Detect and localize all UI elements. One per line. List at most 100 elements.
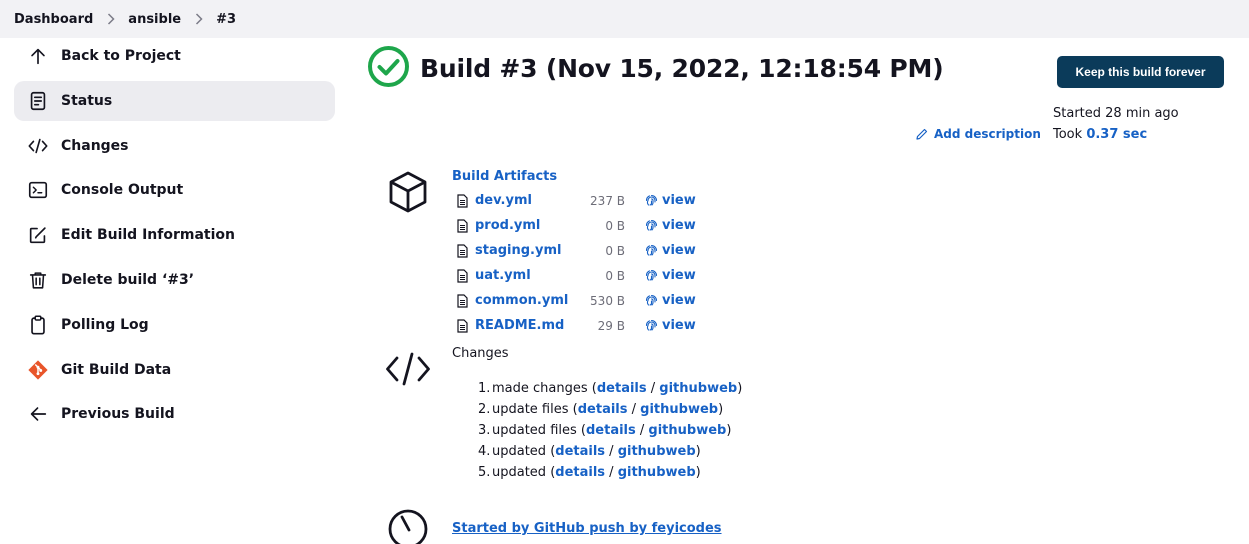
sidebar-item-label: Previous Build: [61, 406, 175, 423]
breadcrumb-ansible[interactable]: ansible: [128, 12, 181, 27]
file-icon: [457, 193, 471, 208]
change-item: 4. updated (details / githubweb): [478, 444, 701, 459]
sidebar-item-previous-build[interactable]: Previous Build: [14, 394, 335, 434]
clipboard-icon: [26, 313, 50, 337]
sidebar-item-label: Status: [61, 92, 113, 109]
fingerprint-icon: [645, 244, 659, 257]
artifact-row: uat.yml 0 B view: [452, 263, 696, 288]
sidebar-item-console-output[interactable]: Console Output: [14, 170, 335, 210]
sidebar-item-delete-build[interactable]: Delete build ‘#3’: [14, 260, 335, 300]
artifact-size: 0 B: [605, 268, 625, 283]
sidebar-item-label: Changes: [61, 137, 129, 154]
artifact-size: 0 B: [605, 218, 625, 233]
sidebar-item-changes[interactable]: Changes: [14, 126, 335, 166]
change-message: update files: [492, 402, 569, 417]
artifact-row: prod.yml 0 B view: [452, 213, 696, 238]
change-details-link[interactable]: details: [555, 444, 605, 459]
artifact-row: README.md 29 B view: [452, 313, 696, 338]
edit-icon: [26, 223, 50, 247]
change-githubweb-link[interactable]: githubweb: [618, 444, 696, 459]
change-message: updated: [492, 465, 547, 480]
pencil-icon: [916, 128, 928, 140]
artifact-view-link[interactable]: view: [662, 268, 696, 283]
change-message: made changes: [492, 381, 588, 396]
artifact-size: 530 B: [590, 293, 625, 308]
artifact-size: 237 B: [590, 193, 625, 208]
changes-section: Changes 1. made changes (details / github…: [452, 346, 742, 483]
keep-build-forever-button[interactable]: Keep this build forever: [1057, 56, 1224, 88]
change-details-link[interactable]: details: [578, 402, 628, 417]
breadcrumb-dashboard[interactable]: Dashboard: [14, 12, 93, 27]
duration-link[interactable]: 0.37 sec: [1086, 127, 1147, 142]
artifact-file-link[interactable]: dev.yml: [475, 193, 579, 208]
code-icon: [385, 351, 431, 391]
sidebar-item-edit-build-information[interactable]: Edit Build Information: [14, 215, 335, 255]
fingerprint-icon: [645, 194, 659, 207]
file-icon: [457, 243, 471, 258]
sidebar-item-label: Edit Build Information: [61, 227, 235, 244]
build-artifacts: Build Artifacts dev.yml 237 Bview prod.yml…: [452, 169, 696, 338]
sidebar: Back to Project Status Changes Console O…: [14, 36, 335, 439]
fingerprint-icon: [645, 219, 659, 232]
change-details-link[interactable]: details: [597, 381, 647, 396]
artifact-file-link[interactable]: README.md: [475, 318, 579, 333]
build-cause-link[interactable]: Started by GitHub push by feyicodes: [452, 521, 722, 536]
sidebar-item-label: Back to Project: [61, 48, 181, 64]
artifact-file-link[interactable]: uat.yml: [475, 268, 579, 283]
artifact-row: staging.yml 0 B view: [452, 238, 696, 263]
change-number: 4.: [478, 444, 491, 459]
change-item: 2. update files (details / githubweb): [478, 402, 724, 417]
artifact-file-link[interactable]: common.yml: [475, 293, 579, 308]
change-number: 1.: [478, 381, 491, 396]
change-githubweb-link[interactable]: githubweb: [659, 381, 737, 396]
arrow-left-icon: [26, 402, 50, 426]
breadcrumb-build-3[interactable]: #3: [216, 12, 236, 27]
code-icon: [26, 134, 50, 158]
file-icon: [457, 218, 471, 233]
artifact-view-link[interactable]: view: [662, 193, 696, 208]
artifact-view-link[interactable]: view: [662, 218, 696, 233]
sidebar-item-polling-log[interactable]: Polling Log: [14, 305, 335, 345]
fingerprint-icon: [645, 269, 659, 282]
file-icon: [457, 318, 471, 333]
arrow-up-icon: [26, 44, 50, 68]
sidebar-item-back-to-project[interactable]: Back to Project: [14, 36, 335, 76]
sidebar-item-status[interactable]: Status: [14, 80, 335, 121]
artifact-row: common.yml 530 B view: [452, 288, 696, 313]
package-icon: [387, 170, 429, 218]
change-details-link[interactable]: details: [555, 465, 605, 480]
changes-list: 1. made changes (details / githubweb) 2. up…: [452, 378, 742, 483]
sidebar-item-label: Polling Log: [61, 316, 149, 333]
build-header: Build #3 (Nov 15, 2022, 12:18:54 PM): [367, 45, 944, 92]
artifact-view-link[interactable]: view: [662, 293, 696, 308]
build-duration: Took 0.37 sec: [1053, 127, 1148, 142]
success-check-icon: [367, 45, 410, 92]
change-number: 5.: [478, 465, 491, 480]
artifact-size: 29 B: [597, 318, 625, 333]
fingerprint-icon: [645, 319, 659, 332]
change-message: updated: [492, 444, 547, 459]
artifact-file-link[interactable]: prod.yml: [475, 218, 579, 233]
change-number: 2.: [478, 402, 491, 417]
changes-header: Changes: [452, 346, 509, 361]
sidebar-item-label: Delete build ‘#3’: [61, 271, 195, 288]
change-item: 5. updated (details / githubweb): [478, 465, 701, 480]
change-message: updated files: [492, 423, 577, 438]
change-details-link[interactable]: details: [586, 423, 636, 438]
artifact-row: dev.yml 237 B view: [452, 188, 696, 213]
chevron-right-icon: [107, 13, 115, 25]
sidebar-item-git-build-data[interactable]: Git Build Data: [14, 350, 335, 390]
change-githubweb-link[interactable]: githubweb: [648, 423, 726, 438]
sidebar-item-label: Git Build Data: [61, 361, 172, 378]
artifact-view-link[interactable]: view: [662, 318, 696, 333]
document-icon: [26, 89, 50, 113]
build-artifacts-link[interactable]: Build Artifacts: [452, 169, 696, 184]
breadcrumb: Dashboard ansible #3: [0, 0, 1249, 38]
artifact-view-link[interactable]: view: [662, 243, 696, 258]
artifact-file-link[interactable]: staging.yml: [475, 243, 579, 258]
change-item: 1. made changes (details / githubweb): [478, 381, 743, 396]
change-githubweb-link[interactable]: githubweb: [618, 465, 696, 480]
add-description-link[interactable]: Add description: [915, 127, 1041, 141]
sidebar-item-label: Console Output: [61, 182, 184, 199]
change-githubweb-link[interactable]: githubweb: [640, 402, 718, 417]
